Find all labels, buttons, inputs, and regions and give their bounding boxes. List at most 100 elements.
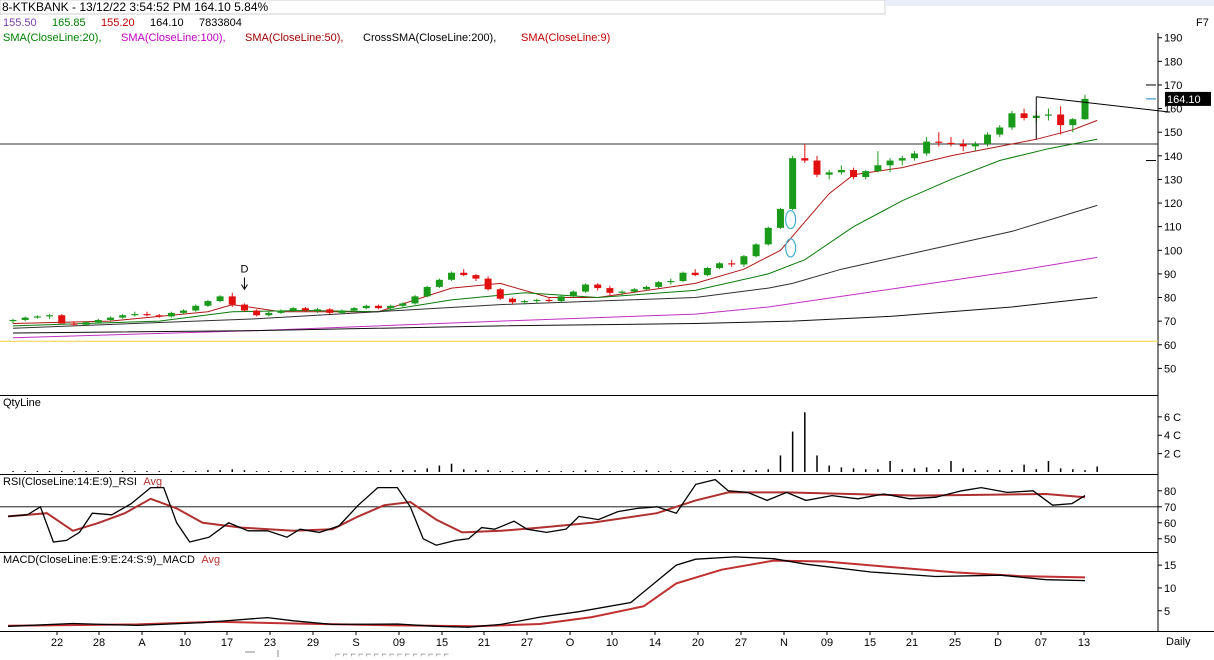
volume-tick-label: 2 C	[1164, 449, 1181, 461]
x-tick-label: 13	[1078, 637, 1090, 649]
candle-body	[1008, 113, 1016, 128]
candle-body	[533, 299, 541, 302]
osc-tick-label: 5	[1164, 606, 1170, 618]
candle-body	[971, 144, 979, 147]
candle-body	[399, 303, 407, 306]
legend-sma9[interactable]: SMA(CloseLine:9)	[521, 32, 610, 44]
open-value: 155.50	[3, 17, 37, 29]
shortcut-key: F7	[1196, 17, 1209, 29]
candle-body	[253, 310, 261, 316]
x-tick-label: 22	[51, 637, 63, 649]
overlay-sma50	[12, 204, 1098, 329]
candle-body	[898, 158, 906, 161]
candle-body	[58, 315, 66, 324]
x-tick-label: N	[780, 637, 788, 649]
legend-sma50[interactable]: SMA(CloseLine:50),	[245, 32, 343, 44]
candle-body	[874, 165, 882, 172]
price-tick-label: 130	[1164, 174, 1182, 186]
overlay-sma9	[12, 119, 1098, 324]
x-tick-label: O	[566, 637, 575, 649]
candle-body	[326, 309, 334, 313]
x-tick-label: 15	[436, 637, 448, 649]
candle-body	[582, 284, 590, 292]
indicator-legend: SMA(CloseLine:20), SMA(CloseLine:100), S…	[3, 32, 610, 44]
volume-value: 7833804	[199, 17, 242, 29]
x-axis: 22 28 A 10 17 23 29 S 09 15 21 27 O 10 14 20 27 N 09 15 21 25…	[51, 631, 1090, 649]
candle-body	[143, 314, 151, 316]
macd-title-text: MACD(CloseLine:E:9:E:24:S:9)_MACD	[3, 554, 195, 566]
candle-body	[435, 279, 443, 287]
osc-tick-label: 15	[1164, 560, 1176, 572]
candle-body	[155, 315, 163, 317]
macd-panel[interactable]: 5 10 15	[7, 556, 1176, 628]
candle-body	[825, 172, 833, 175]
price-tick-label: 150	[1164, 127, 1182, 139]
rsi-title-text: RSI(CloseLine:14:E:9)_RSI	[3, 476, 137, 488]
candle-body	[448, 272, 456, 280]
candle-body	[387, 305, 395, 309]
osc-tick-label: 50	[1164, 534, 1176, 546]
price-tick-label: 120	[1164, 198, 1182, 210]
price-panel[interactable]: 5060708090100110120130140150160170180190…	[0, 33, 1211, 376]
candle-body	[21, 317, 29, 320]
candle-body	[557, 296, 565, 302]
price-tick-label: 50	[1164, 363, 1176, 375]
chart-canvas[interactable]: 8-KTKBANK - 13/12/22 3:54:52 PM 164.10 5…	[0, 0, 1214, 659]
candle-body	[1044, 114, 1052, 116]
legend-sma20[interactable]: SMA(CloseLine:20),	[3, 32, 101, 44]
period-label: Daily	[1166, 636, 1191, 648]
candle-body	[716, 263, 724, 269]
volume-panel[interactable]: 6 C 4 C 2 C	[12, 412, 1181, 472]
candle-body	[630, 289, 638, 292]
last-price-label: 164.10	[1167, 94, 1201, 106]
x-tick-label: 10	[179, 637, 191, 649]
rsi-avg-label: Avg	[143, 476, 162, 488]
price-tick-label: 60	[1164, 340, 1176, 352]
candle-body	[947, 142, 955, 145]
rsi-panel[interactable]: 50 60 70 80	[0, 478, 1176, 546]
signal-ellipse	[785, 238, 797, 258]
signal-ellipse	[785, 209, 797, 230]
candle-body	[411, 296, 419, 304]
candle-body	[1020, 113, 1028, 119]
bottom-toolbar[interactable]: ⌐ ⌐ ⌐ ⌐ ⌐ ⌐ ⌐ ⌐ ⌐ ⌐ ⌐ ⌐ ⌐ ⌐ ⌐	[245, 649, 449, 659]
price-tick-label: 80	[1164, 293, 1176, 305]
candle-body	[94, 319, 102, 323]
candle-body	[752, 244, 760, 257]
legend-crosssma200[interactable]: CrossSMA(CloseLine:200),	[363, 32, 496, 44]
x-tick-label: 09	[393, 637, 405, 649]
osc-tick-label: 80	[1164, 486, 1176, 498]
series-rsi	[7, 478, 1086, 546]
candle-body	[569, 291, 577, 297]
candle-body	[691, 272, 699, 276]
x-tick-label: 09	[821, 637, 833, 649]
candle-body	[642, 286, 650, 290]
candle-body	[923, 141, 931, 154]
x-tick-label: 17	[221, 637, 233, 649]
x-tick-label: D	[994, 637, 1002, 649]
candle-body	[204, 301, 212, 306]
volume-panel-title: QtyLine	[3, 397, 41, 409]
candle-body	[472, 275, 480, 279]
candle-body	[508, 298, 516, 303]
x-tick-label: 27	[735, 637, 747, 649]
legend-sma100[interactable]: SMA(CloseLine:100),	[121, 32, 226, 44]
series-macd	[7, 556, 1086, 628]
candle-body	[216, 296, 224, 302]
candle-body	[82, 322, 90, 325]
candle-body	[33, 316, 41, 318]
candle-body	[521, 301, 529, 303]
candle-body	[850, 169, 858, 178]
toolbar-icons[interactable]: ⌐ ⌐ ⌐ ⌐ ⌐ ⌐ ⌐ ⌐ ⌐ ⌐ ⌐ ⌐ ⌐ ⌐ ⌐	[335, 649, 449, 659]
candle-body	[801, 158, 809, 161]
x-tick-label: 21	[478, 637, 490, 649]
candle-body	[606, 288, 614, 293]
x-tick-label: 27	[521, 637, 533, 649]
price-tick-label: 110	[1164, 222, 1182, 234]
candle-body	[984, 134, 992, 145]
low-value: 155.20	[101, 17, 135, 29]
candle-body	[484, 278, 492, 290]
candle-body	[106, 317, 114, 320]
candle-body	[423, 286, 431, 297]
candle-body	[728, 263, 736, 265]
